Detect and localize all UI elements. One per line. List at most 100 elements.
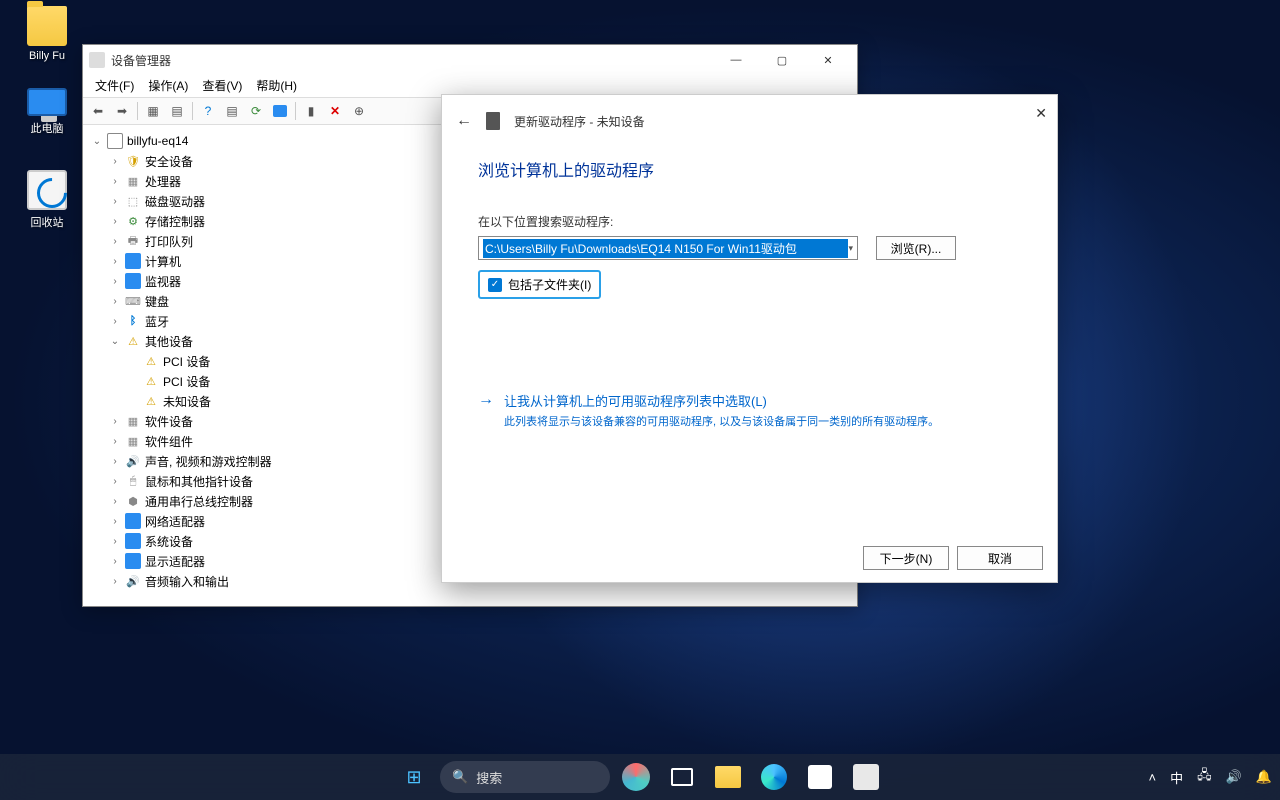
browse-button[interactable]: 浏览(R)...: [876, 236, 956, 260]
start-button[interactable]: ⊞: [394, 757, 434, 797]
disk-icon: ⬚: [125, 193, 141, 209]
tree-label: 显示适配器: [145, 553, 205, 570]
close-button[interactable]: ✕: [805, 45, 851, 75]
back-arrow-icon[interactable]: ←: [456, 112, 472, 130]
shield-icon: 🛡: [125, 153, 141, 169]
tree-arrow-icon[interactable]: ›: [109, 316, 121, 327]
taskbar-search[interactable]: 🔍 搜索: [440, 761, 610, 793]
toolbar-btn[interactable]: ▤: [166, 100, 188, 122]
close-icon[interactable]: ✕: [1035, 105, 1047, 122]
include-subfolders-checkbox[interactable]: ✓: [488, 278, 502, 292]
taskbar: ⊞ 🔍 搜索 ˄ 中 🖧 🔊 🔔: [0, 754, 1280, 800]
warn-icon: ⚠: [143, 353, 159, 369]
tree-label: billyfu-eq14: [127, 134, 188, 148]
tree-arrow-icon[interactable]: ›: [109, 236, 121, 247]
tree-label: 系统设备: [145, 533, 193, 550]
kb-icon: ⌨: [125, 293, 141, 309]
tree-arrow-icon[interactable]: ›: [109, 496, 121, 507]
menu-action[interactable]: 操作(A): [142, 75, 194, 97]
folder-icon: [27, 6, 67, 46]
taskbar-store[interactable]: [800, 757, 840, 797]
ctrl-icon: ⚙: [125, 213, 141, 229]
menu-view[interactable]: 查看(V): [196, 75, 248, 97]
taskbar-explorer[interactable]: [708, 757, 748, 797]
window-title: 设备管理器: [111, 52, 171, 69]
minimize-button[interactable]: —: [713, 45, 759, 75]
refresh-button[interactable]: ⟳: [245, 100, 267, 122]
network-icon[interactable]: 🖧: [1197, 766, 1212, 788]
window-titlebar[interactable]: 设备管理器 — ▢ ✕: [83, 45, 857, 75]
tree-arrow-icon[interactable]: ›: [109, 476, 121, 487]
tree-arrow-icon[interactable]: ›: [109, 156, 121, 167]
ime-indicator[interactable]: 中: [1170, 768, 1183, 787]
tree-arrow-icon[interactable]: ›: [109, 516, 121, 527]
tree-arrow-icon[interactable]: ⌄: [109, 336, 121, 347]
tree-arrow-icon[interactable]: ›: [109, 196, 121, 207]
menu-file[interactable]: 文件(F): [89, 75, 140, 97]
menu-help[interactable]: 帮助(H): [250, 75, 303, 97]
volume-icon[interactable]: 🔊: [1226, 769, 1242, 785]
recycle-bin-icon: [27, 170, 67, 210]
tree-label: 打印队列: [145, 233, 193, 250]
mouse-icon: 🖱: [125, 473, 141, 489]
update-driver-wizard: ← 更新驱动程序 - 未知设备 ✕ 浏览计算机上的驱动程序 在以下位置搜索驱动程…: [441, 94, 1058, 583]
monitor-icon: [125, 253, 141, 269]
desktop-folder-billyfu[interactable]: Billy Fu: [12, 6, 82, 62]
maximize-button[interactable]: ▢: [759, 45, 805, 75]
path-combobox[interactable]: C:\Users\Billy Fu\Downloads\EQ14 N150 Fo…: [478, 236, 858, 260]
monitor-icon: [125, 553, 141, 569]
desktop-recycle-bin[interactable]: 回收站: [12, 170, 82, 230]
toolbar-btn[interactable]: ▤: [221, 100, 243, 122]
path-value: C:\Users\Billy Fu\Downloads\EQ14 N150 Fo…: [483, 239, 848, 258]
toolbar-btn[interactable]: [269, 100, 291, 122]
tree-label: 软件设备: [145, 413, 193, 430]
tree-label: PCI 设备: [163, 373, 210, 390]
warn-icon: ⚠: [125, 333, 141, 349]
taskbar-copilot[interactable]: [616, 757, 656, 797]
toolbar-btn[interactable]: ▮: [300, 100, 322, 122]
taskbar-edge[interactable]: [754, 757, 794, 797]
tree-arrow-icon[interactable]: ›: [109, 556, 121, 567]
tree-label: 存储控制器: [145, 213, 205, 230]
tree-arrow-icon[interactable]: ›: [109, 416, 121, 427]
tray-chevron-icon[interactable]: ˄: [1149, 770, 1157, 785]
warn-icon: ⚠: [143, 373, 159, 389]
tree-arrow-icon[interactable]: ›: [109, 176, 121, 187]
next-button[interactable]: 下一步(N): [863, 546, 949, 570]
tree-label: 蓝牙: [145, 313, 169, 330]
wizard-heading: 浏览计算机上的驱动程序: [478, 157, 1021, 181]
tree-arrow-icon[interactable]: ›: [109, 576, 121, 587]
desktop-this-pc[interactable]: 此电脑: [12, 88, 82, 136]
toolbar-btn[interactable]: ⊕: [348, 100, 370, 122]
pick-from-list-option[interactable]: → 让我从计算机上的可用驱动程序列表中选取(L) 此列表将显示与该设备兼容的可用…: [478, 391, 1021, 431]
usb-icon: ⬢: [125, 493, 141, 509]
monitor-icon: [125, 273, 141, 289]
tree-arrow-icon[interactable]: ›: [109, 276, 121, 287]
chip-icon: ▦: [125, 173, 141, 189]
taskbar-devmgr[interactable]: [846, 757, 886, 797]
wizard-title: 更新驱动程序 - 未知设备: [514, 113, 645, 130]
tree-arrow-icon[interactable]: ⌄: [91, 136, 103, 147]
tree-label: 通用串行总线控制器: [145, 493, 253, 510]
print-icon: 🖶: [125, 233, 141, 249]
cancel-button[interactable]: 取消: [957, 546, 1043, 570]
tree-arrow-icon[interactable]: ›: [109, 456, 121, 467]
tree-label: PCI 设备: [163, 353, 210, 370]
bt-icon: ᛒ: [125, 313, 141, 329]
tree-label: 计算机: [145, 253, 181, 270]
tree-arrow-icon[interactable]: ›: [109, 436, 121, 447]
device-icon: [486, 112, 500, 130]
remove-button[interactable]: ✕: [324, 100, 346, 122]
toolbar-btn[interactable]: ▦: [142, 100, 164, 122]
warn-icon: ⚠: [143, 393, 159, 409]
tree-label: 未知设备: [163, 393, 211, 410]
tree-arrow-icon[interactable]: ›: [109, 296, 121, 307]
back-button[interactable]: ⬅: [87, 100, 109, 122]
forward-button[interactable]: ➡: [111, 100, 133, 122]
taskbar-taskview[interactable]: [662, 757, 702, 797]
help-button[interactable]: ?: [197, 100, 219, 122]
notifications-icon[interactable]: 🔔: [1256, 769, 1272, 785]
tree-arrow-icon[interactable]: ›: [109, 256, 121, 267]
tree-arrow-icon[interactable]: ›: [109, 536, 121, 547]
tree-arrow-icon[interactable]: ›: [109, 216, 121, 227]
